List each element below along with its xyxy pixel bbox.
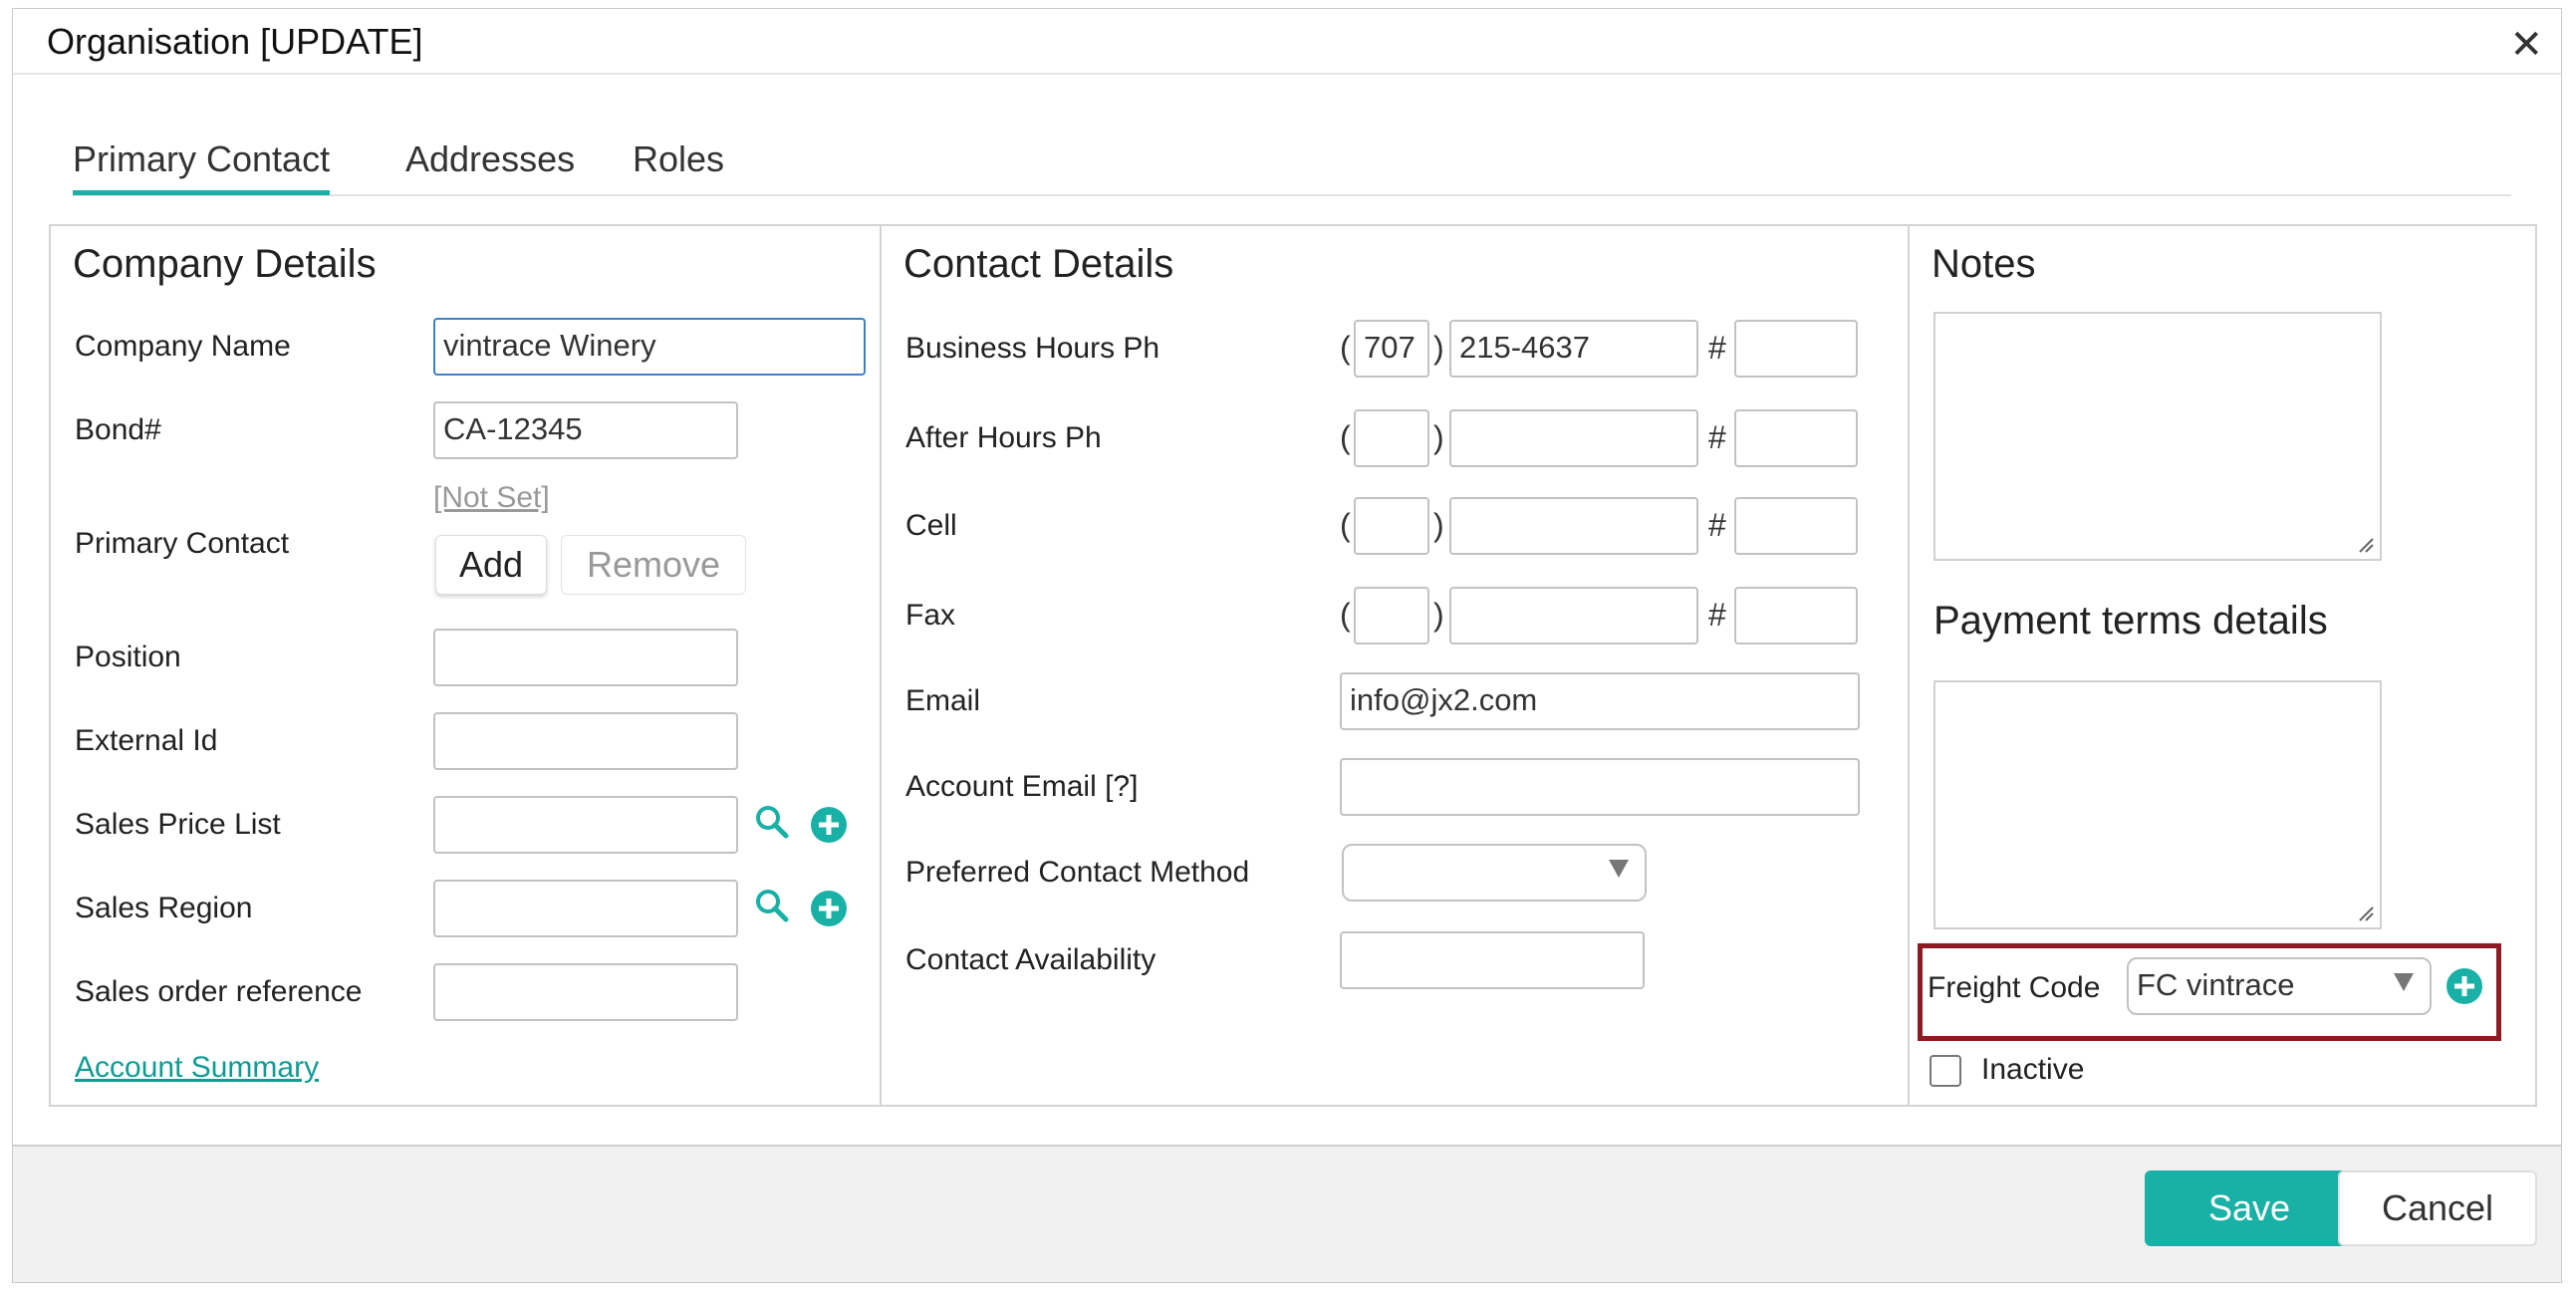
remove-contact-button[interactable]: Remove xyxy=(561,535,746,595)
freight-code-label: Freight Code xyxy=(1928,971,2101,1004)
company-name-input[interactable]: vintrace Winery xyxy=(433,318,866,376)
close-paren: ) xyxy=(1433,507,1444,543)
contact-availability-label: Contact Availability xyxy=(905,943,1157,976)
account-summary-link[interactable]: Account Summary xyxy=(75,1051,319,1085)
tab-roles[interactable]: Roles xyxy=(633,138,724,190)
external-id-label: External Id xyxy=(75,724,218,757)
fax-number-input[interactable] xyxy=(1449,587,1698,645)
company-details-panel: Company Details Company Name vintrace Wi… xyxy=(49,224,882,1107)
dialog-title: Organisation [UPDATE] xyxy=(47,21,423,62)
after-hours-area-code-input[interactable] xyxy=(1354,409,1429,467)
close-paren: ) xyxy=(1433,419,1444,455)
sales-region-input[interactable] xyxy=(433,880,738,937)
sales-price-list-label: Sales Price List xyxy=(75,808,281,841)
title-bar: Organisation [UPDATE] ✕ xyxy=(13,9,2561,75)
open-paren: ( xyxy=(1340,597,1351,633)
cell-area-code-input[interactable] xyxy=(1354,497,1429,555)
after-hours-number-input[interactable] xyxy=(1449,409,1698,467)
add-circle-icon[interactable] xyxy=(2446,967,2483,1005)
resize-grip-icon[interactable] xyxy=(2358,537,2374,553)
position-input[interactable] xyxy=(433,629,738,686)
open-paren: ( xyxy=(1340,507,1351,543)
organisation-dialog: Organisation [UPDATE] ✕ Primary Contact … xyxy=(12,8,2562,1283)
fax-extension-input[interactable] xyxy=(1734,587,1858,645)
save-button[interactable]: Save xyxy=(2145,1170,2354,1246)
account-email-input[interactable] xyxy=(1340,758,1860,816)
close-icon[interactable]: ✕ xyxy=(2509,25,2543,65)
extension-hash: # xyxy=(1708,507,1726,543)
cell-extension-input[interactable] xyxy=(1734,497,1858,555)
email-input[interactable]: info@jx2.com xyxy=(1340,672,1860,730)
contact-details-heading: Contact Details xyxy=(903,242,1174,286)
account-email-label: Account Email [?] xyxy=(905,770,1139,803)
payment-terms-heading: Payment terms details xyxy=(1933,599,2328,643)
external-id-input[interactable] xyxy=(433,712,738,770)
notes-textarea[interactable] xyxy=(1933,312,2382,561)
cancel-button[interactable]: Cancel xyxy=(2338,1170,2537,1246)
preferred-contact-method-select[interactable] xyxy=(1342,844,1647,902)
business-area-code-input[interactable]: 707 xyxy=(1354,320,1429,378)
add-circle-icon[interactable] xyxy=(810,890,848,927)
tab-addresses[interactable]: Addresses xyxy=(405,138,575,190)
primary-contact-label: Primary Contact xyxy=(75,527,290,560)
search-icon[interactable] xyxy=(754,804,790,840)
freight-code-select[interactable]: FC vintrace xyxy=(2127,957,2432,1015)
company-details-heading: Company Details xyxy=(73,242,377,286)
resize-grip-icon[interactable] xyxy=(2358,906,2374,921)
notes-heading: Notes xyxy=(1932,242,2036,286)
close-paren: ) xyxy=(1433,330,1444,366)
open-paren: ( xyxy=(1340,330,1351,366)
extension-hash: # xyxy=(1708,330,1726,366)
inactive-checkbox[interactable] xyxy=(1930,1055,1961,1087)
after-hours-extension-input[interactable] xyxy=(1734,409,1858,467)
business-hours-label: Business Hours Ph xyxy=(905,332,1160,365)
sales-price-list-input[interactable] xyxy=(433,796,738,854)
sales-order-reference-input[interactable] xyxy=(433,963,738,1021)
add-circle-icon[interactable] xyxy=(810,806,848,844)
dropdown-arrow-icon xyxy=(2394,973,2414,991)
cell-number-input[interactable] xyxy=(1449,497,1698,555)
fax-area-code-input[interactable] xyxy=(1354,587,1429,645)
tab-bar: Primary Contact Addresses Roles xyxy=(73,134,2511,196)
freight-code-selected-value: FC vintrace xyxy=(2137,967,2295,1002)
contact-availability-input[interactable] xyxy=(1340,931,1645,989)
business-number-input[interactable]: 215-4637 xyxy=(1449,320,1698,378)
primary-contact-value-link[interactable]: [Not Set] xyxy=(433,481,550,515)
tab-primary-contact[interactable]: Primary Contact xyxy=(73,138,331,195)
sales-region-label: Sales Region xyxy=(75,892,253,924)
after-hours-label: After Hours Ph xyxy=(905,421,1102,454)
dropdown-arrow-icon xyxy=(1609,860,1629,878)
bond-label: Bond# xyxy=(75,413,161,446)
close-paren: ) xyxy=(1433,597,1444,633)
bond-input[interactable]: CA-12345 xyxy=(433,401,738,459)
email-label: Email xyxy=(905,684,981,717)
open-paren: ( xyxy=(1340,419,1351,455)
payment-terms-textarea[interactable] xyxy=(1933,680,2382,929)
extension-hash: # xyxy=(1708,419,1726,455)
business-extension-input[interactable] xyxy=(1734,320,1858,378)
contact-details-panel: Contact Details Business Hours Ph ( 707 … xyxy=(880,224,1910,1107)
add-contact-button[interactable]: Add xyxy=(435,535,547,595)
preferred-contact-method-label: Preferred Contact Method xyxy=(905,856,1250,889)
position-label: Position xyxy=(75,641,181,673)
extension-hash: # xyxy=(1708,597,1726,633)
inactive-label: Inactive xyxy=(1981,1053,2085,1086)
fax-label: Fax xyxy=(905,599,956,632)
search-icon[interactable] xyxy=(754,888,790,923)
sales-order-reference-label: Sales order reference xyxy=(75,975,363,1008)
company-name-label: Company Name xyxy=(75,330,291,363)
cell-label: Cell xyxy=(905,509,957,542)
